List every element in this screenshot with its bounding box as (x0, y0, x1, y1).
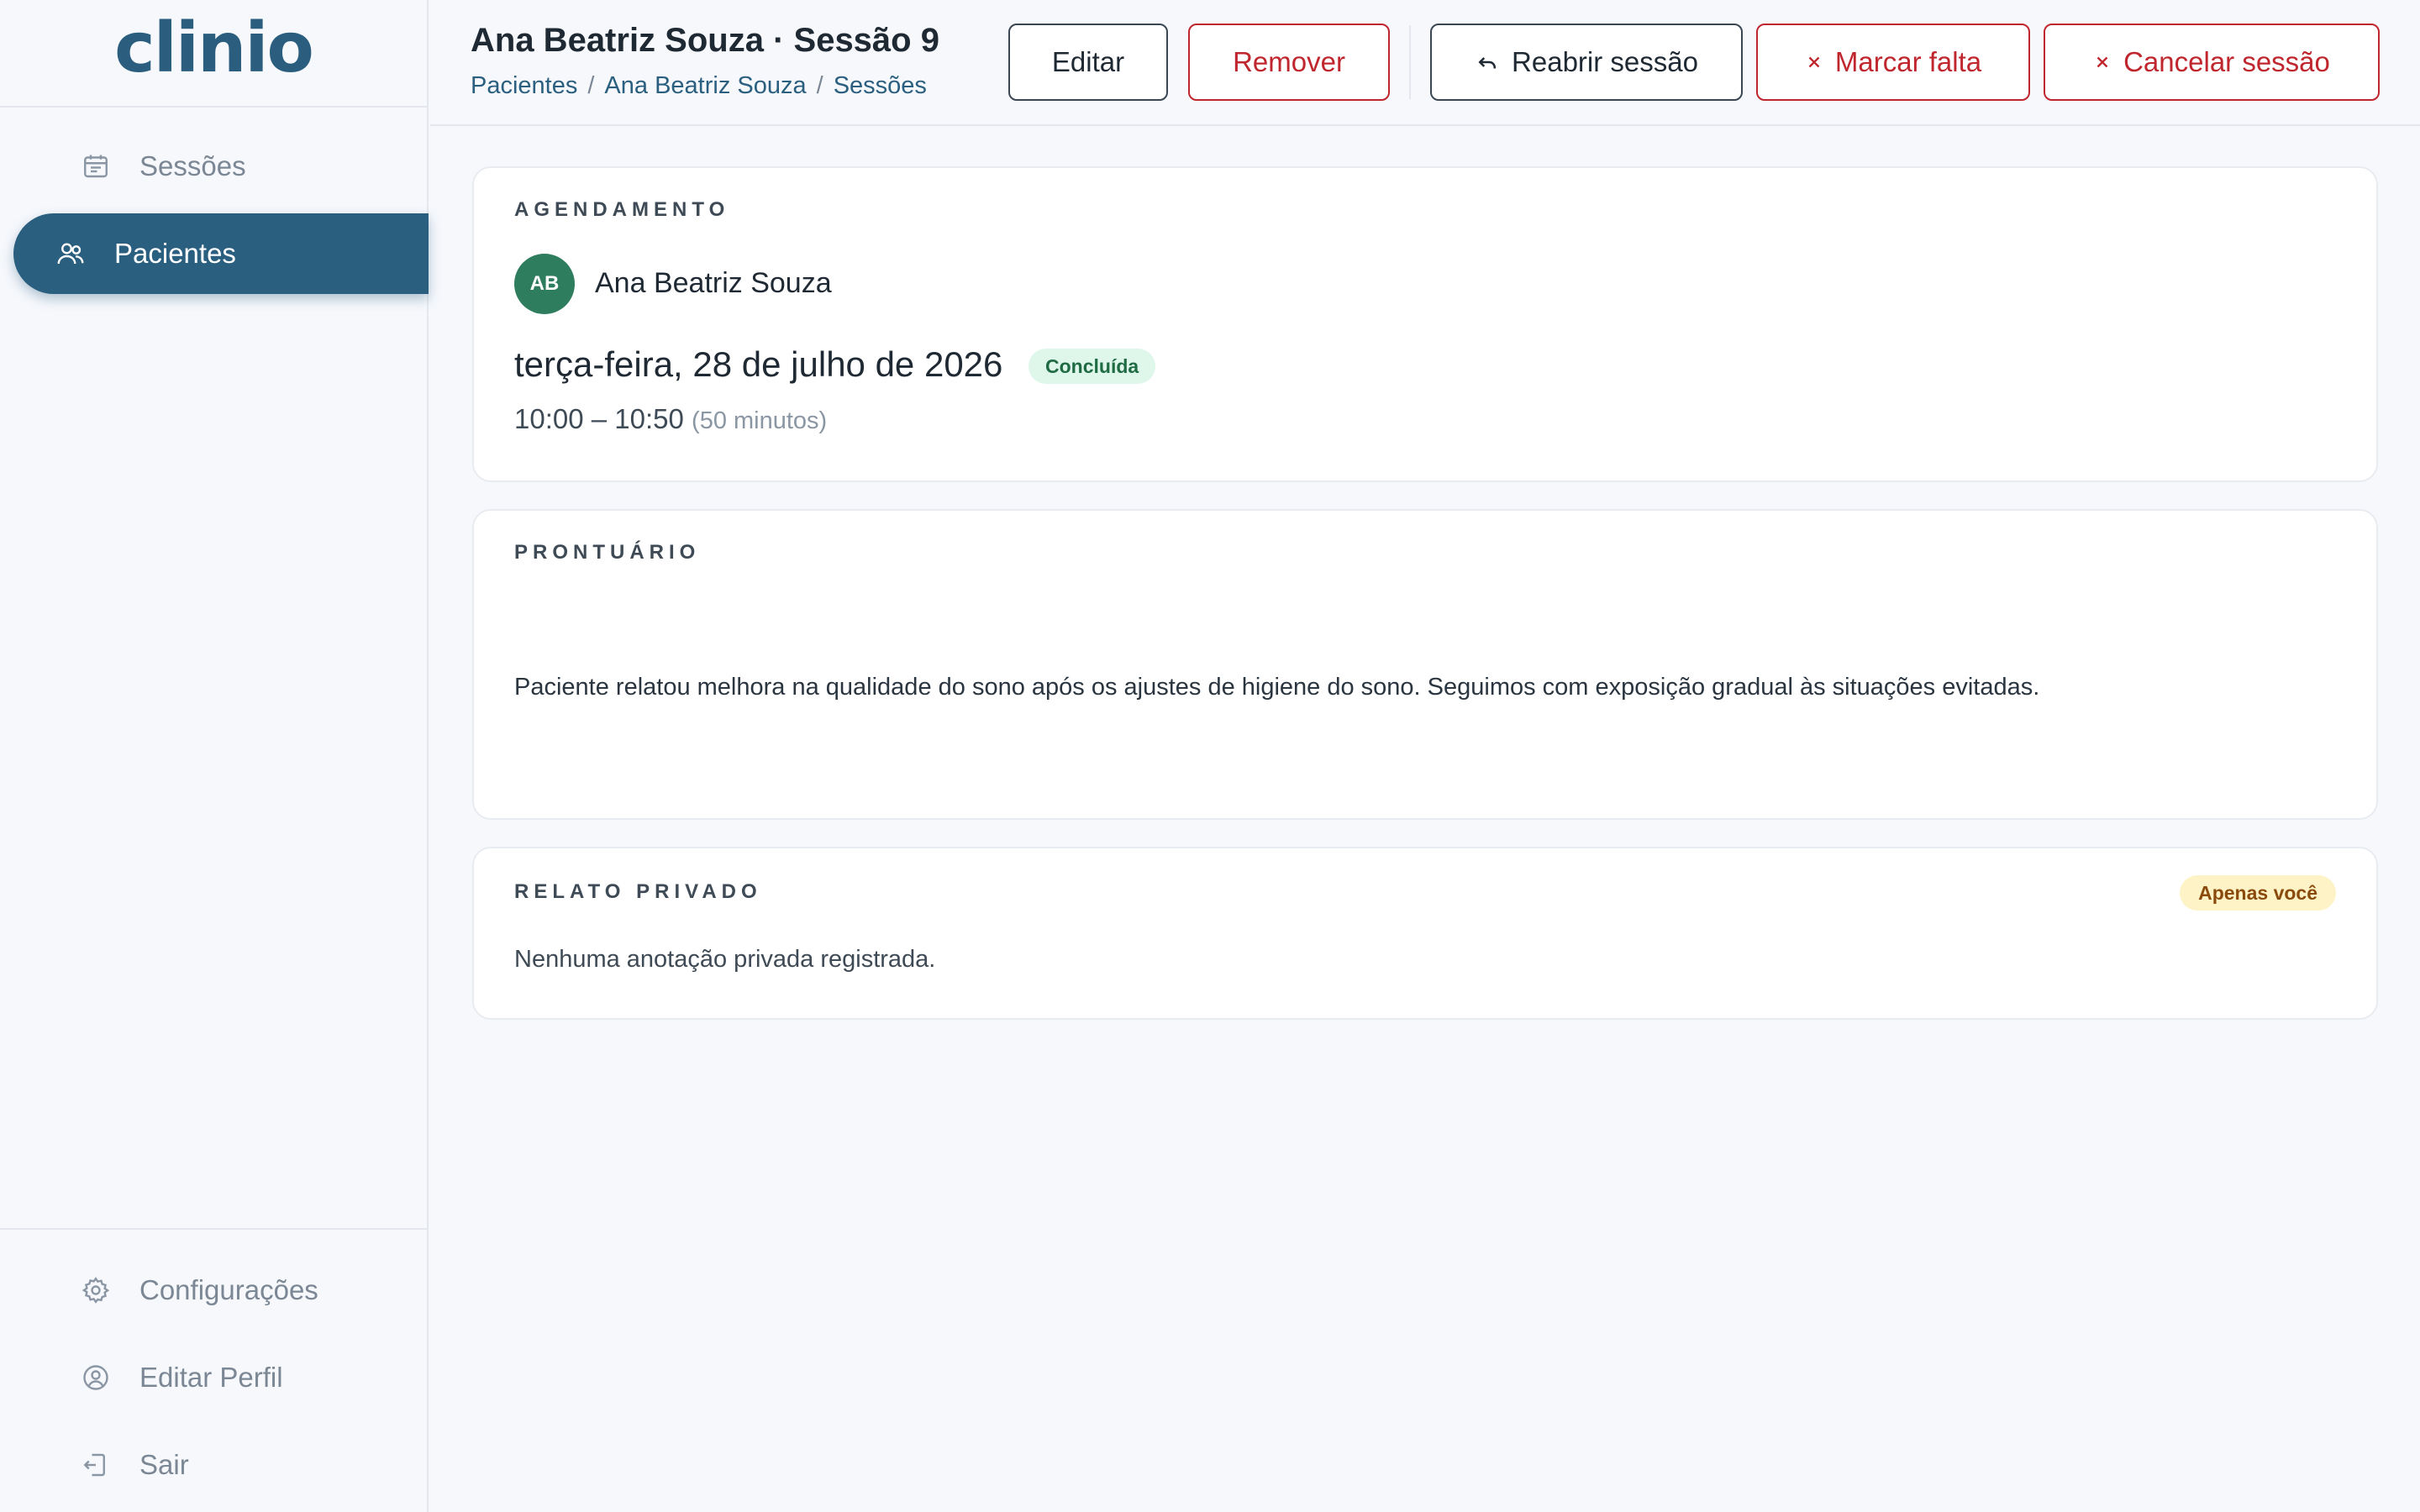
page-header: Ana Beatriz Souza · Sessão 9 Pacientes /… (430, 0, 2420, 126)
sidebar-bottom: Configurações Editar Perfil Sair (0, 1228, 429, 1509)
undo-icon (1475, 50, 1500, 75)
session-date: terça-feira, 28 de julho de 2026 (514, 344, 1003, 384)
sidebar-item-label: Configurações (139, 1274, 318, 1305)
close-icon (1805, 53, 1823, 71)
edit-button[interactable]: Editar (1008, 24, 1168, 101)
sidebar-item-label: Pacientes (114, 238, 236, 269)
breadcrumb-link-sessions[interactable]: Sessões (834, 72, 927, 100)
calendar-icon (84, 155, 108, 178)
close-icon (2093, 53, 2112, 71)
remove-button[interactable]: Remover (1188, 24, 1390, 101)
gear-icon (82, 1277, 110, 1304)
status-badge: Concluída (1028, 349, 1156, 384)
private-note-card: RELATO PRIVADO Apenas você Nenhuma anota… (472, 847, 2378, 1020)
logo[interactable]: clinio (114, 14, 314, 83)
session-time: 10:00 – 10:50 (50 minutos) (514, 403, 827, 435)
sidebar-item-sessions[interactable]: Sessões (0, 126, 429, 207)
breadcrumb-separator: / (587, 72, 595, 99)
sidebar: clinio Sessões Pacientes Configurações E… (0, 0, 429, 1512)
record-card: PRONTUÁRIO Paciente relatou melhora na q… (472, 509, 2378, 820)
schedule-section-title: AGENDAMENTO (514, 198, 730, 221)
breadcrumb: Pacientes / Ana Beatriz Souza / Sessões (471, 72, 927, 100)
cancel-session-button[interactable]: Cancelar sessão (2044, 24, 2380, 101)
reopen-session-button[interactable]: Reabrir sessão (1430, 24, 1743, 101)
sidebar-item-patients[interactable]: Pacientes (13, 213, 429, 294)
edit-button-label: Editar (1051, 46, 1125, 77)
reopen-session-label: Reabrir sessão (1512, 46, 1698, 77)
sidebar-item-label: Sair (139, 1449, 189, 1480)
sidebar-item-label: Sessões (139, 150, 246, 181)
mark-absence-label: Marcar falta (1834, 46, 1982, 77)
record-text: Paciente relatou melhora na qualidade do… (514, 674, 2040, 701)
mark-absence-button[interactable]: Marcar falta (1756, 24, 2030, 101)
private-badge: Apenas você (2180, 875, 2336, 911)
remove-button-label: Remover (1233, 46, 1345, 77)
record-section-title: PRONTUÁRIO (514, 541, 701, 564)
session-duration: (50 minutos) (692, 407, 828, 434)
private-note-section-title: RELATO PRIVADO (514, 880, 762, 903)
sidebar-item-label: Editar Perfil (139, 1362, 283, 1393)
avatar: AB (514, 254, 575, 314)
breadcrumb-separator: / (816, 72, 823, 99)
sidebar-item-settings[interactable]: Configurações (0, 1247, 429, 1334)
logo-area: clinio (0, 0, 427, 108)
patient-name[interactable]: Ana Beatriz Souza (595, 267, 832, 300)
time-range: 10:00 – 10:50 (514, 403, 684, 434)
logout-icon (83, 1453, 105, 1477)
private-note-empty-text: Nenhuma anotação privada registrada. (514, 946, 936, 973)
cancel-session-label: Cancelar sessão (2123, 46, 2330, 77)
schedule-card: AGENDAMENTO AB Ana Beatriz Souza terça-f… (472, 166, 2378, 482)
sidebar-item-logout[interactable]: Sair (0, 1421, 429, 1509)
user-circle-icon (83, 1365, 108, 1390)
users-icon (57, 243, 84, 265)
sidebar-nav: Sessões Pacientes (0, 126, 429, 301)
breadcrumb-link-patient[interactable]: Ana Beatriz Souza (604, 72, 806, 100)
breadcrumb-link-patients[interactable]: Pacientes (471, 72, 577, 100)
sidebar-item-edit-profile[interactable]: Editar Perfil (0, 1334, 429, 1421)
toolbar-divider (1409, 25, 1411, 99)
page-title: Ana Beatriz Souza · Sessão 9 (471, 22, 939, 59)
